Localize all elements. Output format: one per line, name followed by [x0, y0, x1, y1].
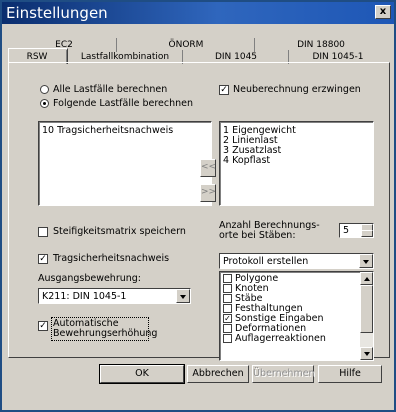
move-left-button[interactable]: << [200, 159, 216, 177]
title-bar[interactable]: Einstellungen x [2, 2, 394, 24]
close-icon: x [379, 6, 387, 17]
radio-following-label: Folgende Lastfälle berechnen [53, 98, 194, 109]
close-button[interactable]: x [375, 5, 391, 19]
cancel-button[interactable]: Abbrechen [187, 365, 249, 383]
chevron-down-icon[interactable] [176, 289, 190, 303]
radio-all-loadcases[interactable] [40, 85, 49, 94]
item-label: Auflagerreaktionen [235, 333, 326, 344]
tab-onorm-label: ÖNORM [168, 40, 204, 50]
scroll-down-button[interactable] [360, 347, 373, 360]
scroll-up-button[interactable] [360, 272, 373, 285]
list-item[interactable]: 10 Tragsicherheitsnachweis [42, 126, 173, 136]
anzahl-spinner[interactable]: 5 [339, 223, 374, 238]
list-item[interactable]: 4 Kopflast [223, 156, 270, 166]
window-title: Einstellungen [6, 4, 108, 22]
item-checkbox[interactable] [223, 324, 232, 333]
item-checkbox[interactable] [223, 274, 232, 283]
auto-checkbox[interactable]: ✓ [38, 321, 48, 331]
auto-label-2: Bewehrungserhöhung [53, 328, 158, 339]
chevron-down-icon[interactable] [359, 254, 373, 268]
anzahl-label-2: orte bei Stäben: [219, 230, 296, 241]
available-loadcases-list[interactable]: 1 Eigengewicht 2 Linienlast 3 Zusatzlast… [219, 121, 374, 206]
tab-din-18800-label: DIN 18800 [297, 40, 345, 50]
tab-din-1045-1-label: DIN 1045-1 [312, 52, 364, 62]
anzahl-value: 5 [343, 225, 350, 236]
ausgang-combo[interactable]: K211: DIN 1045-1 [38, 288, 191, 304]
item-checkbox[interactable] [223, 304, 232, 313]
protokoll-scrollbar[interactable] [360, 272, 373, 360]
protokoll-value: Protokoll erstellen [223, 256, 309, 267]
tab-lastfallkombination-label: Lastfallkombination [80, 52, 170, 62]
move-right-icon: >> [201, 187, 217, 197]
ok-button[interactable]: OK [99, 364, 185, 384]
neuberechnung-checkbox[interactable]: ✓ [219, 85, 229, 95]
radio-following-loadcases[interactable] [40, 99, 49, 108]
ok-label: OK [135, 368, 149, 379]
help-button[interactable]: Hilfe [318, 365, 382, 383]
steifigkeit-checkbox[interactable] [38, 227, 48, 237]
ausgang-label: Ausgangsbewehrung: [38, 273, 142, 284]
protokoll-combo[interactable]: Protokoll erstellen [219, 253, 374, 269]
tragsicherheit-checkbox[interactable]: ✓ [38, 254, 48, 264]
radio-all-label: Alle Lastfälle berechnen [53, 84, 168, 95]
tragsicherheit-label: Tragsicherheitsnachweis [53, 253, 170, 264]
item-checkbox[interactable] [223, 294, 232, 303]
move-left-icon: << [201, 162, 217, 172]
spin-down-button[interactable] [361, 230, 373, 237]
auto-label-box: Automatische Bewehrungserhöhung [51, 317, 157, 341]
scroll-thumb[interactable] [360, 285, 373, 333]
ausgang-value: K211: DIN 1045-1 [42, 291, 127, 302]
steifigkeit-label: Steifigkeitsmatrix speichern [53, 226, 186, 237]
item-checkbox[interactable] [223, 334, 232, 343]
neuberechnung-label: Neuberechnung erzwingen [233, 84, 361, 95]
tab-din-1045-label: DIN 1045 [214, 52, 258, 62]
tab-rsw-label: RSW [26, 52, 48, 62]
move-right-button[interactable]: >> [200, 184, 216, 202]
protokoll-list[interactable]: Polygone Knoten Stäbe Festhaltungen ✓ Son… [219, 271, 374, 361]
item-checkbox[interactable]: ✓ [223, 314, 232, 323]
selected-loadcases-list[interactable]: 10 Tragsicherheitsnachweis [38, 121, 212, 206]
help-label: Hilfe [339, 368, 361, 379]
apply-button[interactable]: Übernehmen [252, 365, 315, 383]
settings-dialog: Einstellungen x EC2 ÖNORM DIN 18800 RSW … [0, 0, 396, 412]
item-checkbox[interactable] [223, 284, 232, 293]
cancel-label: Abbrechen [192, 368, 244, 379]
apply-label: Übernehmen [253, 368, 315, 379]
